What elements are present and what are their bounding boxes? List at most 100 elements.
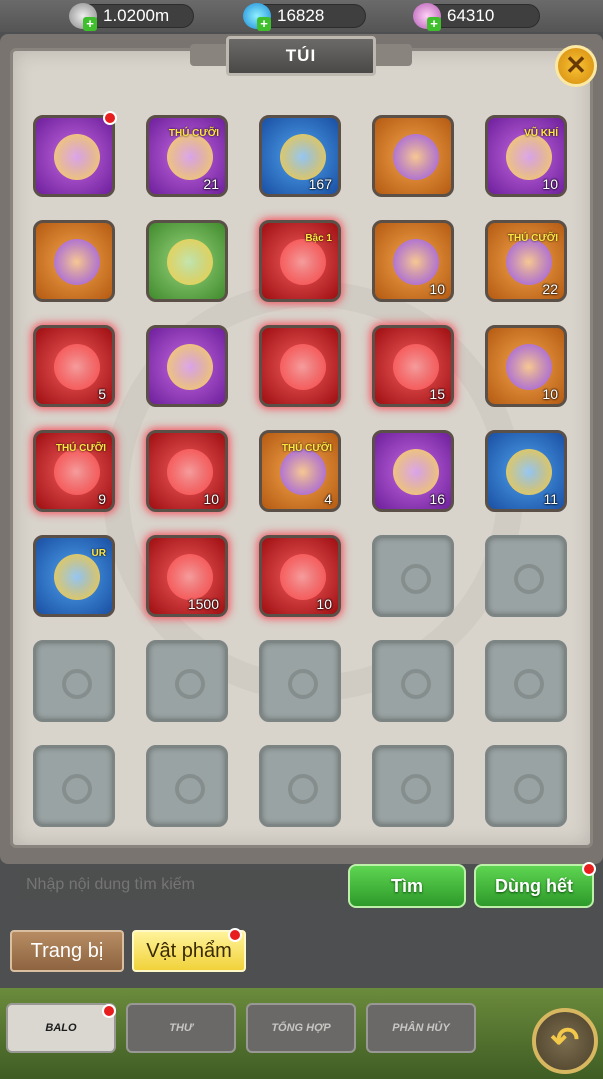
search-input[interactable] [20, 870, 340, 900]
gem-amount: 64310 [447, 6, 495, 25]
item-slot[interactable]: 15 [372, 325, 454, 407]
empty-slot[interactable] [259, 640, 341, 722]
item-slot[interactable]: THÚ CƯỠI 21 [146, 115, 228, 197]
item-count: 10 [542, 386, 558, 402]
item-slot[interactable]: 10 [259, 535, 341, 617]
item-slot[interactable] [259, 325, 341, 407]
notification-badge [228, 928, 242, 942]
item-slot[interactable]: 16 [372, 430, 454, 512]
golden-egg-nest-icon [167, 239, 213, 285]
item-slot[interactable] [372, 115, 454, 197]
item-slot[interactable]: 11 [485, 430, 567, 512]
back-button[interactable]: ↶ [532, 1008, 598, 1074]
spiral-icon [175, 669, 205, 699]
item-count: 10 [429, 281, 445, 297]
spiral-icon [288, 774, 318, 804]
purple-orb-icon [393, 239, 439, 285]
tab-thu[interactable]: THƯ [126, 1003, 236, 1053]
item-count: 4 [324, 491, 332, 507]
item-slot[interactable]: THÚ CƯỠI 4 [259, 430, 341, 512]
green-scroll-icon [280, 554, 326, 600]
spiral-icon [514, 774, 544, 804]
item-slot[interactable] [33, 115, 115, 197]
item-slot[interactable]: 1500 [146, 535, 228, 617]
weapon-egg-icon [506, 134, 552, 180]
tab-phan-huy[interactable]: PHÂN HỦY [366, 1003, 476, 1053]
empty-slot[interactable] [33, 640, 115, 722]
item-slot[interactable]: 10 [146, 430, 228, 512]
item-slot[interactable]: 10 [485, 325, 567, 407]
spiral-icon [401, 669, 431, 699]
item-count: 9 [98, 491, 106, 507]
plus-icon: + [427, 17, 441, 31]
use-all-label: Dùng hết [495, 876, 573, 896]
item-count: 167 [308, 176, 332, 192]
item-slot[interactable] [146, 220, 228, 302]
red-orb-icon [280, 344, 326, 390]
tab-tong-hop[interactable]: TỔNG HỢP [246, 1003, 356, 1053]
silver-currency[interactable]: + 1.0200m [69, 3, 194, 31]
item-count: 16 [429, 491, 445, 507]
item-tag: VŨ KHÍ [524, 128, 558, 139]
notification-badge [582, 862, 596, 876]
empty-slot[interactable] [485, 640, 567, 722]
item-slot[interactable]: 10 [372, 220, 454, 302]
item-slot[interactable]: 167 [259, 115, 341, 197]
blue-scroll-icon [167, 449, 213, 495]
empty-slot[interactable] [259, 745, 341, 827]
item-slot[interactable]: Bậc 1 [259, 220, 341, 302]
item-slot[interactable]: 5 [33, 325, 115, 407]
empty-slot[interactable] [485, 535, 567, 617]
red-gem-icon [167, 344, 213, 390]
item-count: 15 [429, 386, 445, 402]
tab-balo[interactable]: BALO [6, 1003, 116, 1053]
gem-currency[interactable]: + 64310 [413, 3, 540, 31]
item-count: 10 [316, 596, 332, 612]
item-slot[interactable]: THÚ CƯỠI 22 [485, 220, 567, 302]
diamond-amount: 16828 [277, 6, 325, 25]
gold-orb-icon [393, 134, 439, 180]
spiral-icon [514, 564, 544, 594]
spiral-icon [62, 774, 92, 804]
diamond-currency[interactable]: + 16828 [243, 3, 366, 31]
empty-slot[interactable] [485, 745, 567, 827]
close-button[interactable]: ✕ [555, 45, 597, 87]
potion-icon [393, 344, 439, 390]
item-slot[interactable] [146, 325, 228, 407]
item-tag: THÚ CƯỠI [55, 443, 106, 454]
treasure-chest-icon [54, 134, 100, 180]
item-slot[interactable]: UR [33, 535, 115, 617]
use-all-button[interactable]: Dùng hết [474, 864, 594, 908]
empty-slot[interactable] [372, 535, 454, 617]
equipment-filter-button[interactable]: Trang bị [10, 930, 124, 972]
inventory-screen: { "currencies": [ {"label": "1.0200m", "… [0, 0, 603, 1079]
item-count: 11 [543, 491, 558, 507]
blue-rope-icon [506, 449, 552, 495]
empty-slot[interactable] [372, 640, 454, 722]
search-button[interactable]: Tìm [348, 864, 466, 908]
spiral-icon [401, 774, 431, 804]
item-slot[interactable] [33, 220, 115, 302]
item-count: 22 [542, 281, 558, 297]
pet-egg-icon [167, 134, 213, 180]
gold-flame-icon [280, 134, 326, 180]
item-slot[interactable]: VŨ KHÍ 10 [485, 115, 567, 197]
item-tag: THÚ CƯỠI [281, 443, 332, 454]
empty-slot[interactable] [33, 745, 115, 827]
spiral-icon [288, 669, 318, 699]
item-tag: THÚ CƯỠI [507, 233, 558, 244]
item-slot[interactable]: THÚ CƯỠI 9 [33, 430, 115, 512]
empty-slot[interactable] [146, 640, 228, 722]
notification-badge [103, 111, 117, 125]
item-tag: Bậc 1 [305, 233, 332, 244]
spiral-icon [175, 774, 205, 804]
empty-slot[interactable] [372, 745, 454, 827]
item-tag: UR [91, 548, 106, 559]
scroll-icon [280, 449, 326, 495]
spiral-icon [401, 564, 431, 594]
item-count: 5 [98, 386, 106, 402]
rope-icon [506, 344, 552, 390]
silver-amount: 1.0200m [103, 6, 170, 25]
item-tag: THÚ CƯỠI [168, 128, 219, 139]
empty-slot[interactable] [146, 745, 228, 827]
